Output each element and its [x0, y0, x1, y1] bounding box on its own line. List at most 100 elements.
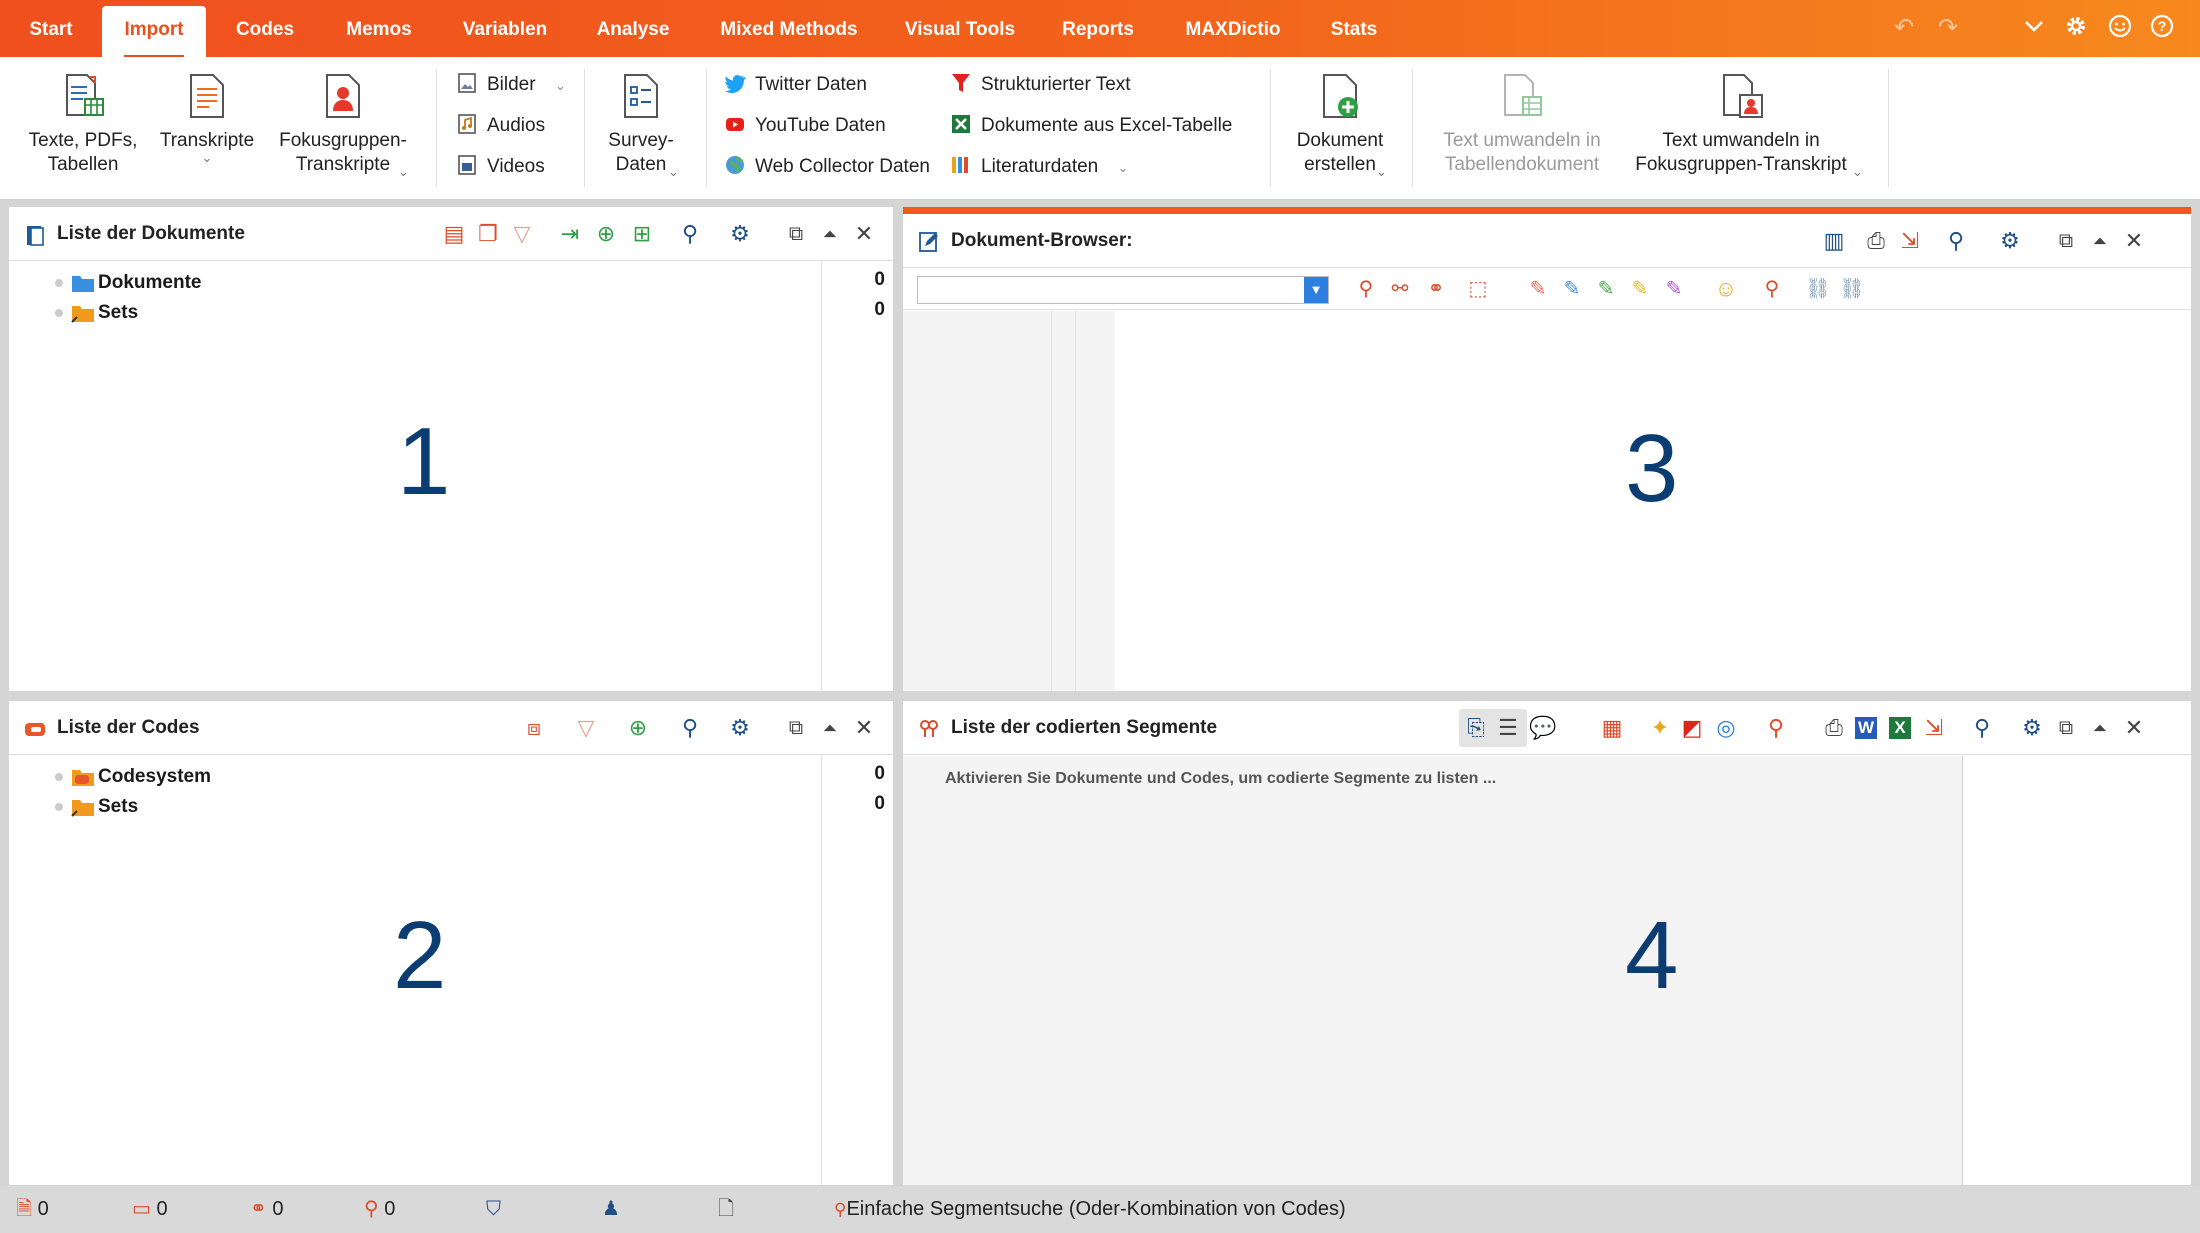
tab-analyse[interactable]: Analyse	[586, 0, 680, 57]
maximize-icon[interactable]: ⏶	[817, 715, 843, 741]
tab-maxdictio[interactable]: MAXDictio	[1174, 0, 1292, 57]
gear-icon[interactable]: ⚙	[727, 221, 753, 247]
status-codes[interactable]: ▭ 0	[132, 1196, 168, 1222]
user-group-icon[interactable]: ⛉	[486, 1196, 501, 1222]
maximize-icon[interactable]: ⏶	[2087, 228, 2113, 254]
code-in-vivo-icon[interactable]: ⚭	[1423, 276, 1449, 302]
new-code-icon[interactable]: ⊕	[625, 715, 651, 741]
smiley-icon[interactable]	[2106, 14, 2134, 42]
comment-icon[interactable]: 💬	[1529, 715, 1556, 741]
tab-memos[interactable]: Memos	[332, 0, 426, 57]
document-view-icon[interactable]: ⎘	[1463, 715, 1489, 741]
search-icon[interactable]: ⚲	[677, 715, 703, 741]
import-youtube-button[interactable]: YouTube Daten	[724, 110, 886, 142]
document-copy-icon[interactable]: ❐	[475, 221, 501, 247]
search-icon[interactable]: ⚲	[1969, 715, 1995, 741]
gear-icon[interactable]: ⚙	[1997, 228, 2023, 254]
highlighter-green-icon[interactable]: ✎	[1593, 276, 1619, 302]
undock-icon[interactable]: ⧉	[783, 221, 809, 247]
list-view-icon[interactable]: ☰	[1495, 715, 1521, 741]
tab-codes[interactable]: Codes	[224, 0, 306, 57]
code-selector-dropdown[interactable]: ▼	[917, 276, 1329, 304]
export-icon[interactable]: ⇲	[1897, 228, 1923, 254]
import-excel-button[interactable]: Dokumente aus Excel-Tabelle	[950, 110, 1232, 142]
color-squares-icon[interactable]: ◩	[1679, 715, 1705, 741]
word-export-icon[interactable]: W	[1855, 717, 1877, 739]
undock-icon[interactable]: ⧉	[2053, 715, 2079, 741]
filter-icon[interactable]: ▽	[509, 221, 535, 247]
link-add-icon[interactable]: ⛓	[1805, 276, 1831, 302]
tab-mixed-methods[interactable]: Mixed Methods	[708, 0, 870, 57]
dokument-erstellen-button[interactable]: Dokument erstellen	[1282, 71, 1398, 177]
import-survey-button[interactable]: Survey- Daten	[598, 71, 684, 177]
tab-reports[interactable]: Reports	[1050, 0, 1146, 57]
search-mode-status[interactable]: ⚲Einfache Segmentsuche (Oder-Kombination…	[834, 1196, 1346, 1223]
gear-icon[interactable]: ⚙	[727, 715, 753, 741]
undo-icon[interactable]: ↶	[1890, 14, 1918, 42]
select-area-icon[interactable]: ⬚	[1465, 276, 1491, 302]
chevron-down-icon[interactable]	[2020, 14, 2048, 42]
document-list-icon[interactable]: ▤	[441, 221, 467, 247]
import-icon[interactable]: ⇥	[557, 221, 583, 247]
idea-icon[interactable]: ✦	[1647, 715, 1673, 741]
import-bilder-button[interactable]: Bilder ⌄	[456, 69, 566, 101]
highlighter-yellow-icon[interactable]: ✎	[1627, 276, 1653, 302]
table-settings-icon[interactable]: ▦	[1599, 715, 1625, 741]
print-icon[interactable]: ⎙	[1821, 715, 1847, 741]
tab-import[interactable]: Import	[102, 6, 206, 59]
print-icon[interactable]: ⎙	[1863, 228, 1889, 254]
filter-icon[interactable]: ▽	[573, 715, 599, 741]
tab-visual-tools[interactable]: Visual Tools	[896, 0, 1024, 57]
code-add-icon[interactable]: ⚯	[1387, 276, 1413, 302]
import-fokusgruppen-button[interactable]: Fokusgruppen- Transkripte	[270, 71, 416, 177]
help-icon[interactable]: ?	[2148, 14, 2176, 42]
close-icon[interactable]: ✕	[2121, 715, 2147, 741]
tab-variablen[interactable]: Variablen	[452, 0, 558, 57]
new-document-group-icon[interactable]: ⊞	[629, 221, 655, 247]
close-icon[interactable]: ✕	[851, 221, 877, 247]
search-icon[interactable]: ⚲	[1943, 228, 1969, 254]
document-outline-icon[interactable]: 🗋	[718, 1196, 734, 1222]
search-icon[interactable]: ⚲	[677, 221, 703, 247]
undock-icon[interactable]: ⧉	[783, 715, 809, 741]
undock-icon[interactable]: ⧉	[2053, 228, 2079, 254]
new-document-icon[interactable]: ⊕	[593, 221, 619, 247]
weight-code-icon[interactable]: ⚲	[1759, 276, 1785, 302]
link-remove-icon[interactable]: ⛓	[1839, 276, 1865, 302]
tab-start[interactable]: Start	[18, 0, 84, 57]
import-strukturierter-text-button[interactable]: Strukturierter Text	[950, 69, 1131, 101]
spellcheck-icon[interactable]: ◎	[1713, 715, 1739, 741]
gear-icon[interactable]: ⚙	[2019, 715, 2045, 741]
close-icon[interactable]: ✕	[2121, 228, 2147, 254]
gear-icon[interactable]	[2062, 14, 2090, 42]
status-weight[interactable]: ⚲ 0	[364, 1196, 395, 1222]
import-transkripte-button[interactable]: Transkripte ⌄	[152, 71, 262, 164]
tab-stats[interactable]: Stats	[1320, 0, 1388, 57]
maximize-icon[interactable]: ⏶	[817, 221, 843, 247]
import-literatur-button[interactable]: Literaturdaten ⌄	[950, 151, 1128, 183]
code-list-icon[interactable]: ⧈	[521, 715, 547, 741]
import-webcollector-button[interactable]: Web Collector Daten	[724, 151, 930, 183]
highlighter-purple-icon[interactable]: ✎	[1661, 276, 1687, 302]
close-icon[interactable]: ✕	[851, 715, 877, 741]
side-panel-icon[interactable]: ▥	[1821, 228, 1847, 254]
import-twitter-button[interactable]: Twitter Daten	[724, 69, 867, 101]
code-icon[interactable]: ⚲	[1353, 276, 1379, 302]
maximize-icon[interactable]: ⏶	[2087, 715, 2113, 741]
document-browser-panel: Dokument-Browser: ▥ ⎙ ⇲ ⚲ ⚙ ⧉ ⏶ ✕ ▼ ⚲ ⚯ …	[903, 207, 2191, 691]
import-audios-button[interactable]: Audios	[456, 110, 545, 142]
import-texte-button[interactable]: Texte, PDFs, Tabellen	[20, 71, 146, 177]
highlighter-blue-icon[interactable]: ✎	[1559, 276, 1585, 302]
highlighter-red-icon[interactable]: ✎	[1525, 276, 1551, 302]
status-documents[interactable]: 🗎 0	[16, 1196, 49, 1222]
status-segments[interactable]: ⚭ 0	[250, 1196, 283, 1222]
redo-icon[interactable]: ↷	[1934, 14, 1962, 42]
export-icon[interactable]: ⇲	[1921, 715, 1947, 741]
text-in-fokusgruppen-transkript-button[interactable]: Text umwandeln in Fokusgruppen-Transkrip…	[1626, 71, 1856, 177]
import-videos-button[interactable]: Videos	[456, 151, 545, 183]
emoji-code-icon[interactable]: ☺	[1713, 276, 1739, 302]
code-add-icon[interactable]: ⚲	[1763, 715, 1789, 741]
text-in-tabellendokument-button[interactable]: Text umwandeln in Tabellendokument	[1428, 71, 1616, 177]
user-icon[interactable]: ♟	[602, 1196, 620, 1222]
excel-export-icon[interactable]: X	[1889, 717, 1911, 739]
